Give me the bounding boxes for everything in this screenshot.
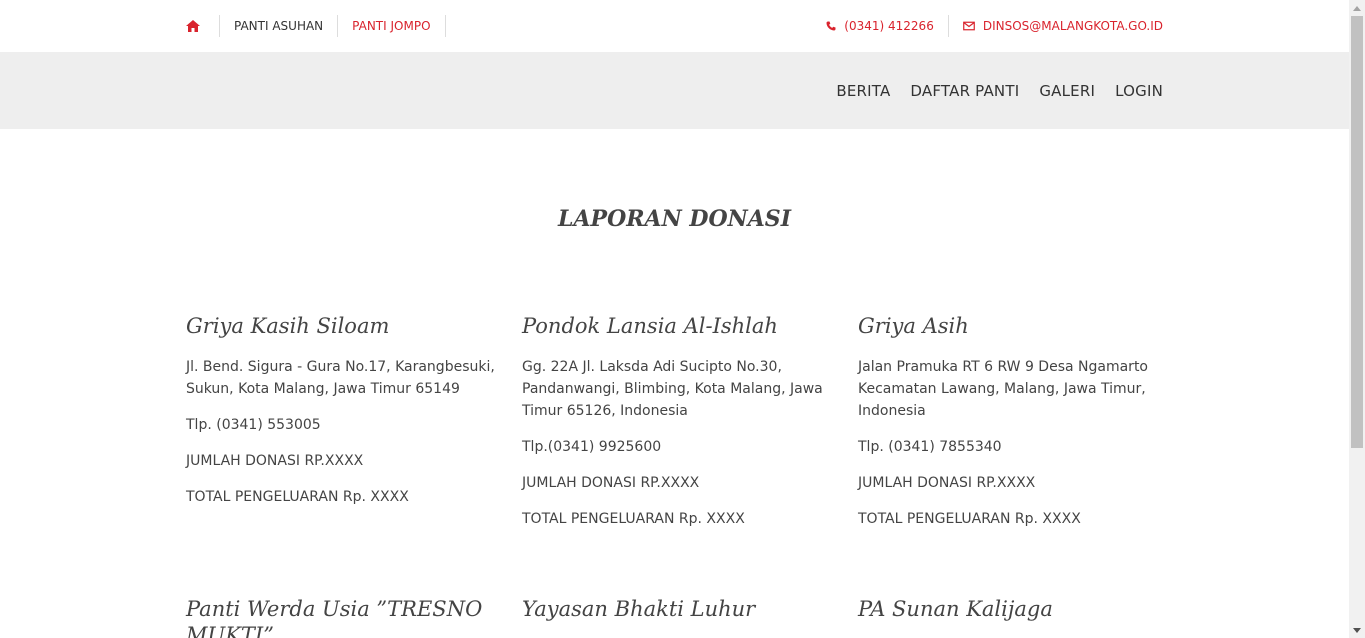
vertical-scrollbar[interactable] bbox=[1349, 0, 1365, 638]
panti-name[interactable]: Yayasan Bhakti Luhur bbox=[522, 596, 832, 622]
panti-card: Panti Werda Usia ”TRESNO MUKTI” bbox=[186, 596, 496, 638]
panti-phone: Tlp.(0341) 9925600 bbox=[522, 439, 662, 455]
panti-asuhan-link[interactable]: PANTI ASUHAN bbox=[220, 15, 339, 37]
main-navbar: BERITA DAFTAR PANTI GALERI LOGIN bbox=[0, 52, 1349, 129]
panti-name[interactable]: PA Sunan Kalijaga bbox=[858, 596, 1168, 622]
email-contact[interactable]: DINSOS@MALANGKOTA.GO.ID bbox=[949, 15, 1163, 37]
panti-card: Pondok Lansia Al-Ishlah Gg. 22A Jl. Laks… bbox=[522, 313, 832, 530]
scrollbar-thumb[interactable] bbox=[1351, 16, 1363, 448]
panti-card: Griya Kasih Siloam Jl. Bend. Sigura - Gu… bbox=[186, 313, 496, 508]
panti-name[interactable]: Panti Werda Usia ”TRESNO MUKTI” bbox=[186, 596, 496, 638]
top-bar-right: (0341) 412266 DINSOS@MALANGKOTA.GO.ID bbox=[826, 0, 1163, 52]
page-title: LAPORAN DONASI bbox=[558, 206, 791, 232]
phone-number: (0341) 412266 bbox=[844, 19, 934, 33]
panti-card: Griya Asih Jalan Pramuka RT 6 RW 9 Desa … bbox=[858, 313, 1168, 530]
expense-total: TOTAL PENGELUARAN Rp. XXXX bbox=[522, 511, 745, 527]
panti-card: Yayasan Bhakti Luhur bbox=[522, 596, 832, 622]
panti-address: Gg. 22A Jl. Laksda Adi Sucipto No.30, Pa… bbox=[522, 359, 823, 419]
expense-total: TOTAL PENGELUARAN Rp. XXXX bbox=[858, 511, 1081, 527]
panti-address: Jalan Pramuka RT 6 RW 9 Desa Ngamarto Ke… bbox=[858, 359, 1148, 419]
nav-item-galeri[interactable]: GALERI bbox=[1039, 82, 1095, 100]
panti-name[interactable]: Griya Kasih Siloam bbox=[186, 313, 496, 339]
top-bar: PANTI ASUHAN PANTI JOMPO (0341) 412266 D… bbox=[0, 0, 1349, 52]
panti-card: PA Sunan Kalijaga bbox=[858, 596, 1168, 622]
top-bar-left: PANTI ASUHAN PANTI JOMPO bbox=[186, 0, 446, 52]
expense-total: TOTAL PENGELUARAN Rp. XXXX bbox=[186, 489, 409, 505]
donation-total: JUMLAH DONASI RP.XXXX bbox=[186, 453, 364, 469]
email-address: DINSOS@MALANGKOTA.GO.ID bbox=[982, 19, 1163, 33]
nav-item-berita[interactable]: BERITA bbox=[836, 82, 890, 100]
panti-address: Jl. Bend. Sigura - Gura No.17, Karangbes… bbox=[186, 359, 495, 397]
scroll-up-icon[interactable] bbox=[1349, 0, 1365, 16]
panti-jompo-link[interactable]: PANTI JOMPO bbox=[338, 15, 446, 37]
panti-phone: Tlp. (0341) 7855340 bbox=[858, 439, 1002, 455]
envelope-icon bbox=[962, 21, 975, 31]
nav-item-login[interactable]: LOGIN bbox=[1115, 82, 1163, 100]
panti-name[interactable]: Pondok Lansia Al-Ishlah bbox=[522, 313, 832, 339]
panti-phone: Tlp. (0341) 553005 bbox=[186, 417, 321, 433]
nav-item-daftar-panti[interactable]: DAFTAR PANTI bbox=[910, 82, 1019, 100]
nav-menu: BERITA DAFTAR PANTI GALERI LOGIN bbox=[836, 52, 1163, 129]
home-link[interactable] bbox=[186, 15, 220, 37]
scroll-down-icon[interactable] bbox=[1349, 622, 1365, 638]
phone-icon bbox=[826, 21, 836, 31]
panti-name[interactable]: Griya Asih bbox=[858, 313, 1168, 339]
donation-total: JUMLAH DONASI RP.XXXX bbox=[522, 475, 700, 491]
phone-contact[interactable]: (0341) 412266 bbox=[826, 15, 949, 37]
home-icon bbox=[186, 20, 200, 32]
donation-total: JUMLAH DONASI RP.XXXX bbox=[858, 475, 1036, 491]
